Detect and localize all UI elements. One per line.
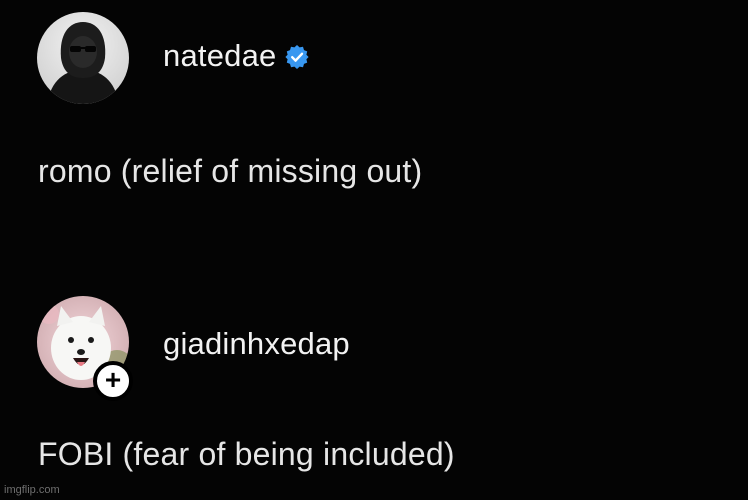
username[interactable]: giadinhxedap	[163, 328, 350, 359]
screen: natedae romo (relief of missing out) + g…	[0, 0, 748, 500]
follow-plus-button[interactable]: +	[93, 361, 133, 401]
verified-badge-icon	[284, 44, 310, 70]
avatar[interactable]	[37, 12, 129, 104]
watermark: imgflip.com	[4, 484, 60, 496]
post-caption: FOBI (fear of being included)	[38, 436, 455, 472]
post-caption: romo (relief of missing out)	[38, 153, 423, 189]
username-row: natedae	[163, 40, 310, 71]
plus-icon: +	[104, 364, 122, 395]
username-row: giadinhxedap	[163, 328, 350, 359]
username[interactable]: natedae	[163, 40, 276, 71]
hooded-person-avatar-icon	[37, 12, 129, 104]
